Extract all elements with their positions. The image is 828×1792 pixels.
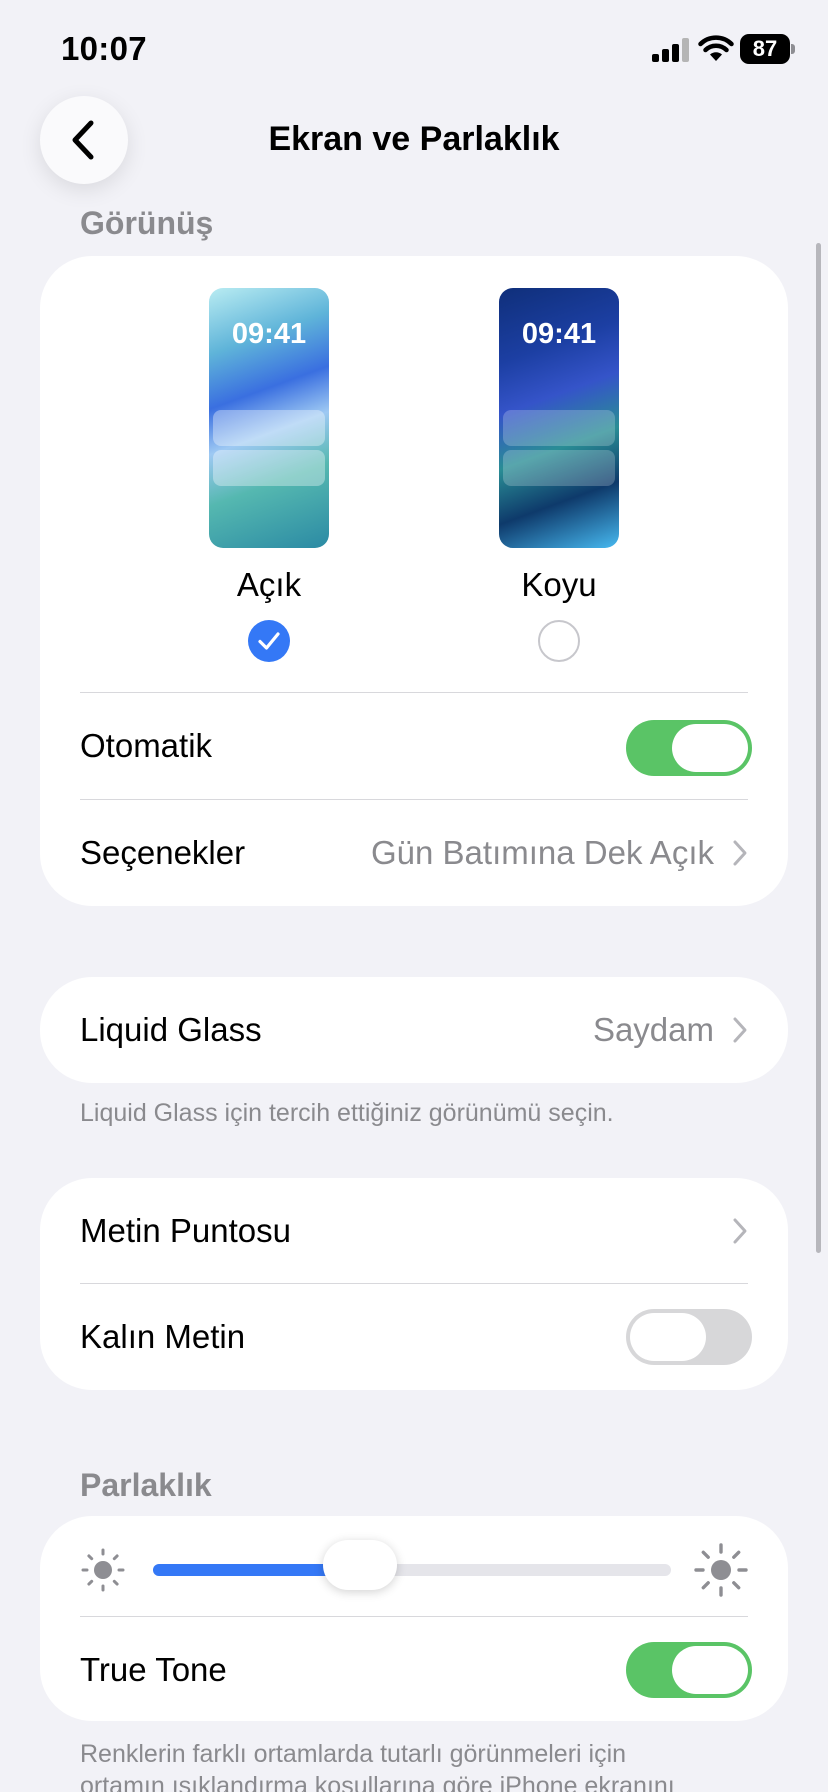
checkmark-icon [258, 632, 280, 650]
brightness-card: True Tone [40, 1516, 788, 1721]
dark-mode-label: Koyu [521, 566, 597, 603]
battery-icon: 87 [740, 34, 796, 64]
light-mode-preview[interactable]: 09:41 [209, 288, 329, 548]
liquid-glass-footnote: Liquid Glass için tercih ettiğiniz görün… [80, 1099, 614, 1127]
liquid-glass-label: Liquid Glass [80, 1011, 262, 1048]
chevron-right-icon [733, 840, 747, 866]
status-bar: 10:07 87 [0, 0, 828, 100]
text-size-label: Metin Puntosu [80, 1212, 291, 1249]
liquid-glass-value: Saydam [592, 1011, 714, 1048]
true-tone-toggle[interactable] [626, 1642, 752, 1698]
true-tone-footnote: Renklerin farklı ortamlarda tutarlı görü… [80, 1738, 780, 1792]
text-size-row[interactable]: Metin Puntosu [40, 1178, 788, 1284]
scroll-indicator[interactable] [816, 243, 821, 1253]
true-tone-footnote-line2: ortamın ışıklandırma koşullarına göre iP… [80, 1772, 675, 1792]
true-tone-footnote-line1: Renklerin farklı ortamlarda tutarlı görü… [80, 1740, 627, 1768]
chevron-right-icon [733, 1017, 747, 1043]
dark-mode-radio[interactable] [538, 620, 580, 662]
sun-small-icon [81, 1548, 125, 1592]
dark-mode-preview[interactable]: 09:41 [499, 288, 619, 548]
dark-preview-time: 09:41 [521, 318, 597, 350]
automatic-toggle[interactable] [626, 720, 752, 776]
battery-level: 87 [752, 36, 778, 61]
appearance-card: 09:41 09:41 Açık Koyu Otomatik Seçenekle… [40, 256, 788, 906]
light-mode-label: Açık [236, 566, 302, 603]
bold-text-toggle[interactable] [626, 1309, 752, 1365]
chevron-right-icon [733, 1218, 747, 1244]
text-card: Metin Puntosu Kalın Metin [40, 1178, 788, 1390]
options-label: Seçenekler [80, 834, 246, 871]
sun-large-icon [694, 1543, 748, 1597]
page-title: Ekran ve Parlaklık [268, 120, 560, 158]
light-mode-radio[interactable] [248, 620, 290, 662]
wifi-icon [698, 35, 734, 61]
status-time: 10:07 [61, 30, 147, 67]
options-row[interactable]: Seçenekler Gün Batımına Dek Açık [40, 800, 788, 906]
light-preview-time: 09:41 [231, 318, 307, 350]
appearance-section-header: Görünüş [80, 205, 214, 241]
brightness-slider-thumb[interactable] [323, 1540, 398, 1590]
brightness-section-header: Parlaklık [80, 1467, 212, 1503]
brightness-slider[interactable] [153, 1564, 671, 1576]
liquid-glass-card: Liquid Glass Saydam [40, 977, 788, 1083]
display-brightness-screen: 10:07 87 Ekran ve Parlaklık Görünüş 09:4… [0, 0, 828, 1792]
cellular-signal-icon [652, 38, 689, 62]
options-value: Gün Batımına Dek Açık [371, 834, 714, 871]
liquid-glass-row[interactable]: Liquid Glass Saydam [40, 977, 788, 1083]
